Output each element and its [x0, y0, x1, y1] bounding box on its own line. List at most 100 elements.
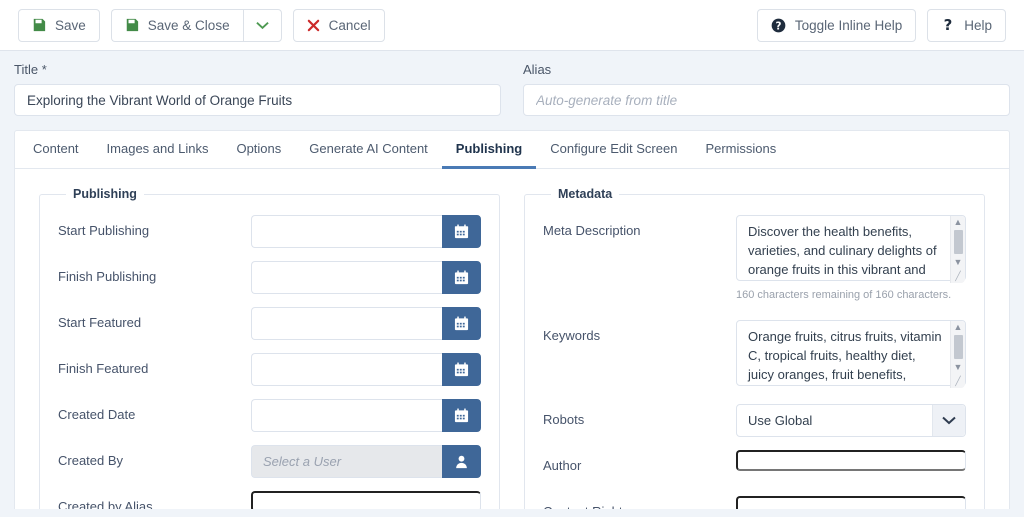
content-rights-control	[736, 496, 966, 509]
start-publishing-input[interactable]	[251, 215, 442, 248]
toggle-inline-help-label: Toggle Inline Help	[794, 17, 903, 33]
robots-label: Robots	[543, 412, 585, 427]
toggle-inline-help-button[interactable]: ? Toggle Inline Help	[756, 8, 917, 42]
tab-label: Configure Edit Screen	[550, 141, 678, 156]
save-options-dropdown-button[interactable]	[242, 8, 282, 42]
question-mark-icon: ?	[941, 17, 955, 33]
field-meta-description: Meta Description Discover the health ben…	[543, 215, 966, 301]
tab-label: Images and Links	[106, 141, 209, 156]
calendar-icon[interactable]	[442, 353, 481, 386]
save-and-close-label: Save & Close	[147, 17, 230, 33]
created-by-alias-input[interactable]	[251, 491, 481, 509]
title-field-group: Title *	[14, 62, 501, 116]
meta-description-control: Discover the health benefits, varieties,…	[736, 215, 966, 301]
save-button[interactable]: Save	[18, 8, 100, 42]
metadata-fieldset: Metadata Meta Description Discover the h…	[524, 187, 985, 509]
finish-publishing-input[interactable]	[251, 261, 442, 294]
svg-text:?: ?	[775, 20, 781, 32]
robots-control: Use Global	[736, 404, 966, 437]
field-created-by: Created By	[58, 445, 481, 478]
title-alias-row: Title * Alias	[0, 51, 1024, 130]
finish-featured-label: Finish Featured	[58, 361, 149, 376]
tab-label: Permissions	[705, 141, 777, 156]
alias-input[interactable]	[523, 84, 1010, 116]
content-rights-input[interactable]	[736, 496, 966, 509]
created-by-alias-control	[251, 491, 481, 509]
start-publishing-control	[251, 215, 481, 248]
editor-panel: Content Images and Links Options Generat…	[14, 130, 1010, 509]
tab-generate-ai-content[interactable]: Generate AI Content	[295, 131, 442, 169]
finish-publishing-control	[251, 261, 481, 294]
finish-featured-control	[251, 353, 481, 386]
calendar-icon[interactable]	[442, 307, 481, 340]
tab-label: Options	[236, 141, 282, 156]
start-featured-label: Start Featured	[58, 315, 142, 330]
alias-label: Alias	[523, 62, 552, 77]
created-date-input[interactable]	[251, 399, 442, 432]
field-created-date: Created Date	[58, 399, 481, 432]
created-by-input[interactable]	[251, 445, 442, 478]
save-and-close-button[interactable]: Save & Close	[110, 8, 243, 42]
start-featured-input[interactable]	[251, 307, 442, 340]
field-author: Author	[543, 450, 966, 483]
tab-content[interactable]: Content	[19, 131, 93, 169]
created-date-control	[251, 399, 481, 432]
save-button-label: Save	[55, 17, 86, 33]
alias-field-group: Alias	[523, 62, 1010, 116]
calendar-icon[interactable]	[442, 215, 481, 248]
tab-configure-edit-screen[interactable]: Configure Edit Screen	[536, 131, 691, 169]
editor-toolbar: Save Save & Close Cancel ? Toggle Inline…	[0, 0, 1024, 51]
keywords-textarea[interactable]: Orange fruits, citrus fruits, vitamin C,…	[736, 320, 966, 386]
tab-label: Content	[33, 141, 79, 156]
author-input[interactable]	[736, 450, 966, 471]
field-start-publishing: Start Publishing	[58, 215, 481, 248]
save-icon	[32, 18, 46, 32]
user-icon[interactable]	[442, 445, 481, 478]
tab-images-and-links[interactable]: Images and Links	[93, 131, 223, 169]
field-finish-featured: Finish Featured	[58, 353, 481, 386]
author-control	[736, 450, 966, 471]
field-start-featured: Start Featured	[58, 307, 481, 340]
field-keywords: Keywords Orange fruits, citrus fruits, v…	[543, 320, 966, 389]
created-by-label: Created By	[58, 453, 124, 468]
tab-options[interactable]: Options	[222, 131, 295, 169]
tab-label: Publishing	[455, 141, 523, 156]
field-created-by-alias: Created by Alias	[58, 491, 481, 509]
publishing-tab-body: Publishing Start Publishing Finish Publi…	[15, 169, 1009, 509]
save-icon	[125, 18, 139, 32]
field-finish-publishing: Finish Publishing	[58, 261, 481, 294]
meta-description-counter: 160 characters remaining of 160 characte…	[736, 289, 952, 301]
start-publishing-label: Start Publishing	[58, 223, 150, 238]
cancel-button-label: Cancel	[328, 17, 371, 33]
save-close-split-button: Save & Close	[110, 8, 282, 42]
author-label: Author	[543, 458, 582, 473]
content-rights-label: Content Rights	[543, 496, 736, 509]
tab-publishing[interactable]: Publishing	[441, 131, 537, 169]
finish-publishing-label: Finish Publishing	[58, 269, 157, 284]
help-button-label: Help	[964, 17, 992, 33]
title-input[interactable]	[14, 84, 501, 116]
tab-permissions[interactable]: Permissions	[691, 131, 790, 169]
keywords-control: Orange fruits, citrus fruits, vitamin C,…	[736, 320, 966, 389]
cancel-button[interactable]: Cancel	[292, 8, 385, 42]
start-featured-control	[251, 307, 481, 340]
created-by-alias-label: Created by Alias	[58, 499, 153, 509]
title-label: Title *	[14, 62, 47, 77]
calendar-icon[interactable]	[442, 261, 481, 294]
meta-description-textarea[interactable]: Discover the health benefits, varieties,…	[736, 215, 966, 281]
created-date-label: Created Date	[58, 407, 136, 422]
metadata-legend: Metadata	[558, 187, 613, 201]
tab-bar: Content Images and Links Options Generat…	[15, 131, 1009, 169]
help-circle-icon: ?	[771, 18, 786, 33]
help-button[interactable]: ? Help	[927, 8, 1006, 42]
meta-description-label: Meta Description	[543, 223, 641, 238]
robots-select[interactable]: Use Global	[736, 404, 966, 437]
created-by-control	[251, 445, 481, 478]
publishing-fieldset: Publishing Start Publishing Finish Publi…	[39, 187, 500, 509]
tab-label: Generate AI Content	[309, 141, 428, 156]
publishing-legend: Publishing	[73, 187, 137, 201]
close-icon	[307, 19, 320, 32]
finish-featured-input[interactable]	[251, 353, 442, 386]
keywords-label: Keywords	[543, 328, 601, 343]
calendar-icon[interactable]	[442, 399, 481, 432]
